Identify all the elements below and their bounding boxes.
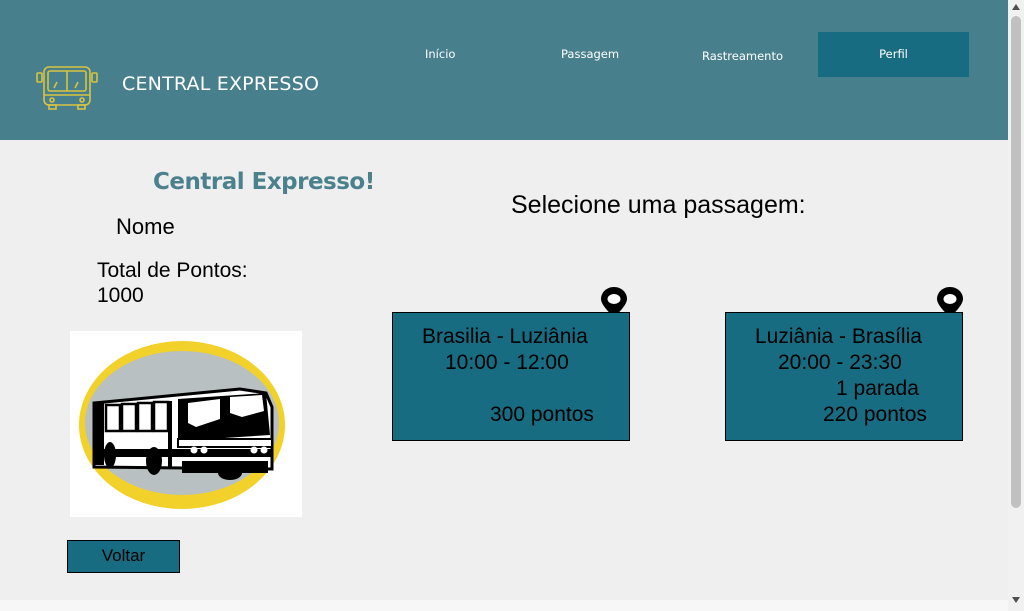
scroll-up-arrow-icon[interactable]: [1012, 4, 1020, 10]
bus-icon[interactable]: [34, 64, 100, 110]
vertical-scrollbar[interactable]: [1008, 0, 1024, 611]
ticket-points: 220 pontos: [823, 403, 927, 426]
ticket-stops: 1 parada: [836, 377, 919, 400]
nav-rastreamento[interactable]: Rastreamento: [702, 49, 783, 63]
welcome-title: Central Expresso!: [153, 169, 375, 195]
ticket-time: 10:00 - 12:00: [445, 351, 569, 374]
points-label: Total de Pontos:: [97, 259, 248, 282]
points-value: 1000: [97, 284, 144, 307]
ticket-points: 300 pontos: [490, 403, 594, 426]
scroll-thumb[interactable]: [1011, 16, 1021, 508]
page-bottom-strip: [0, 600, 1008, 611]
ticket-time: 20:00 - 23:30: [778, 351, 902, 374]
scroll-down-arrow-icon[interactable]: [1012, 597, 1020, 603]
nav-perfil-button[interactable]: Perfil: [818, 32, 969, 77]
nav-inicio[interactable]: Início: [425, 47, 455, 61]
ticket-route: Brasilia - Luziânia: [422, 325, 588, 348]
site-header: CENTRAL EXPRESSO Início Passagem Rastrea…: [0, 0, 1008, 140]
select-ticket-title: Selecione uma passagem:: [511, 191, 806, 219]
brand-name: CENTRAL EXPRESSO: [122, 73, 320, 95]
ticket-card-brasilia-luziania[interactable]: Brasilia - Luziânia 10:00 - 12:00 300 po…: [392, 312, 630, 441]
user-name: Nome: [116, 214, 175, 239]
nav-passagem[interactable]: Passagem: [561, 47, 619, 61]
bus-illustration: [70, 331, 302, 517]
ticket-route: Luziânia - Brasília: [755, 325, 922, 348]
ticket-card-luziania-brasilia[interactable]: Luziânia - Brasília 20:00 - 23:30 1 para…: [725, 312, 963, 441]
back-button[interactable]: Voltar: [67, 540, 180, 573]
